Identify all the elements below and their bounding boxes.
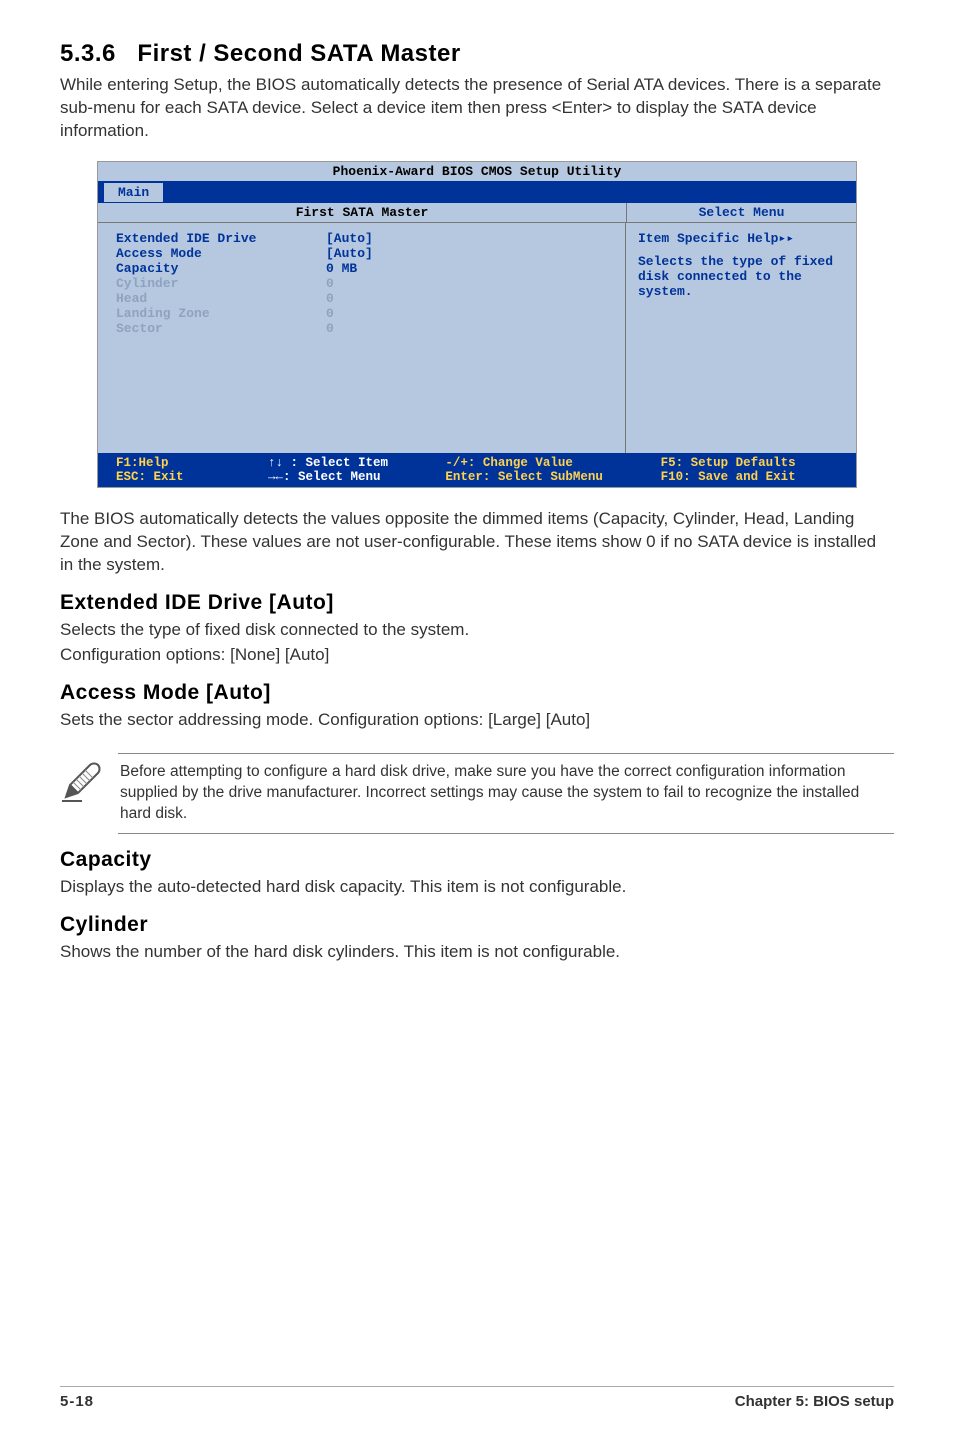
bios-item-row: Head0	[116, 291, 607, 306]
bios-item-row: Landing Zone0	[116, 306, 607, 321]
bios-item-value: 0 MB	[326, 261, 607, 276]
extended-ide-line2: Configuration options: [None] [Auto]	[60, 644, 894, 667]
bios-item-label: Head	[116, 291, 326, 306]
note-block: Before attempting to configure a hard di…	[60, 753, 894, 834]
bios-item-row: Cylinder0	[116, 276, 607, 291]
bios-item-value: 0	[326, 306, 607, 321]
bios-footer: F1:Help ESC: Exit ↑↓ : Select Item →←: S…	[98, 453, 856, 487]
bios-item-label: Extended IDE Drive	[116, 231, 326, 246]
bios-panel-title: First SATA Master	[98, 203, 626, 222]
access-mode-line1: Sets the sector addressing mode. Configu…	[60, 709, 894, 732]
bios-help-panel: Item Specific Help▸▸ Selects the type of…	[626, 223, 856, 453]
bios-item-row[interactable]: Extended IDE Drive[Auto]	[116, 231, 607, 246]
heading-capacity: Capacity	[60, 848, 894, 872]
heading-cylinder: Cylinder	[60, 913, 894, 937]
bios-item-row[interactable]: Access Mode[Auto]	[116, 246, 607, 261]
bios-item-label: Cylinder	[116, 276, 326, 291]
page-footer: 5-18 Chapter 5: BIOS setup	[60, 1386, 894, 1410]
bios-item-row[interactable]: Capacity0 MB	[116, 261, 607, 276]
bios-help-body: Selects the type of fixed disk connected…	[638, 254, 844, 299]
footer-enter-submenu: Enter: Select SubMenu	[445, 470, 603, 484]
bios-item-label: Access Mode	[116, 246, 326, 261]
bios-help-title: Item Specific Help▸▸	[638, 231, 844, 246]
section-title: First / Second SATA Master	[137, 40, 460, 67]
post-bios-paragraph: The BIOS automatically detects the value…	[60, 508, 894, 577]
footer-change-value: -/+: Change Value	[445, 456, 573, 470]
heading-access-mode: Access Mode [Auto]	[60, 681, 894, 705]
extended-ide-line1: Selects the type of fixed disk connected…	[60, 619, 894, 642]
footer-f5: F5: Setup Defaults	[661, 456, 796, 470]
bios-utility-title: Phoenix-Award BIOS CMOS Setup Utility	[98, 162, 856, 181]
bios-item-label: Sector	[116, 321, 326, 336]
heading-extended-ide-drive: Extended IDE Drive [Auto]	[60, 591, 894, 615]
pencil-icon	[60, 753, 118, 808]
capacity-line1: Displays the auto-detected hard disk cap…	[60, 876, 894, 899]
bios-item-label: Landing Zone	[116, 306, 326, 321]
bios-item-value: [Auto]	[326, 231, 607, 246]
note-text: Before attempting to configure a hard di…	[118, 753, 894, 834]
bios-help-header: Select Menu	[626, 203, 856, 222]
page-number: 5-18	[60, 1393, 94, 1410]
bios-item-list: Extended IDE Drive[Auto]Access Mode[Auto…	[98, 223, 625, 453]
footer-select-menu: →←: Select Menu	[268, 470, 381, 484]
bios-item-value: [Auto]	[326, 246, 607, 261]
bios-tabrow: Main	[98, 181, 856, 203]
section-number: 5.3.6	[60, 40, 116, 67]
section-heading: 5.3.6 First / Second SATA Master	[60, 40, 894, 68]
bios-subheaders: First SATA Master Select Menu	[98, 203, 856, 223]
bios-tab-main[interactable]: Main	[104, 183, 163, 202]
footer-f10: F10: Save and Exit	[661, 470, 796, 484]
bios-item-value: 0	[326, 276, 607, 291]
bios-screenshot: Phoenix-Award BIOS CMOS Setup Utility Ma…	[97, 161, 857, 488]
bios-item-value: 0	[326, 291, 607, 306]
section-intro: While entering Setup, the BIOS automatic…	[60, 74, 894, 143]
cylinder-line1: Shows the number of the hard disk cylind…	[60, 941, 894, 964]
footer-select-item: ↑↓ : Select Item	[268, 456, 388, 470]
bios-item-value: 0	[326, 321, 607, 336]
footer-esc: ESC: Exit	[116, 470, 184, 484]
chapter-label: Chapter 5: BIOS setup	[735, 1393, 894, 1410]
bios-item-row: Sector0	[116, 321, 607, 336]
footer-f1: F1:Help	[116, 456, 169, 470]
bios-item-label: Capacity	[116, 261, 326, 276]
